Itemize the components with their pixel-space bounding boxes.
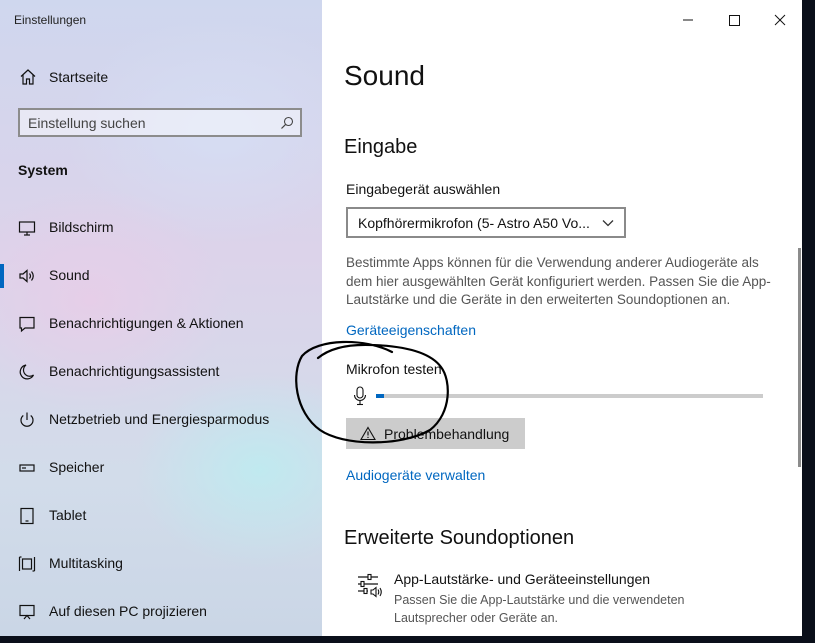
device-properties-link[interactable]: Geräteeigenschaften — [346, 322, 476, 338]
selected-indicator — [0, 264, 4, 288]
sidebar-item-label: Multitasking — [49, 555, 123, 571]
sidebar: Einstellungen Startseite System Bildschi… — [0, 0, 322, 636]
moon-icon — [19, 364, 35, 380]
sidebar-home-label: Startseite — [49, 69, 109, 85]
warning-icon — [360, 426, 376, 441]
sidebar-item-projizieren[interactable]: Auf diesen PC projizieren — [0, 592, 322, 632]
app-volume-description: Passen Sie die App-Lautstärke und die ve… — [394, 593, 685, 625]
mixer-icon — [358, 573, 382, 598]
sidebar-item-label: Benachrichtigungen & Aktionen — [49, 315, 244, 331]
search-input[interactable] — [28, 114, 268, 132]
sidebar-item-speicher[interactable]: Speicher — [0, 448, 322, 488]
manage-audio-devices-link[interactable]: Audiogeräte verwalten — [346, 467, 485, 483]
sidebar-item-label: Tablet — [49, 507, 87, 523]
chevron-down-icon — [602, 220, 614, 227]
sidebar-item-label: Speicher — [49, 459, 105, 475]
maximize-icon[interactable] — [711, 6, 757, 34]
input-device-dropdown[interactable]: Kopfhörermikrofon (5- Astro A50 Vo... — [346, 207, 626, 238]
test-microphone-label: Mikrofon testen — [346, 361, 442, 377]
input-device-value: Kopfhörermikrofon (5- Astro A50 Vo... — [358, 215, 590, 231]
close-icon[interactable] — [757, 6, 802, 34]
sidebar-item-tablet[interactable]: Tablet — [0, 496, 322, 536]
input-device-label: Eingabegerät auswählen — [346, 181, 501, 197]
app-volume-settings-item[interactable]: App-Lautstärke- und Geräteeinstellungen … — [356, 570, 776, 630]
power-icon — [20, 412, 34, 427]
sidebar-item-bildschirm[interactable]: Bildschirm — [0, 208, 322, 248]
input-description: Bestimmte Apps können für die Verwendung… — [346, 255, 771, 307]
tablet-icon — [20, 507, 34, 525]
sidebar-item-multitasking[interactable]: Multitasking — [0, 544, 322, 584]
advanced-sound-options-heading: Erweiterte Soundoptionen — [344, 527, 575, 549]
microphone-level-fill — [376, 394, 384, 398]
search-box[interactable] — [18, 108, 302, 137]
settings-window: Einstellungen Startseite System Bildschi… — [0, 0, 802, 636]
scrollbar[interactable] — [798, 248, 801, 467]
minimize-icon[interactable] — [665, 6, 711, 34]
sidebar-item-netzbetrieb[interactable]: Netzbetrieb und Energiesparmodus — [0, 400, 322, 440]
monitor-icon — [18, 221, 36, 236]
notification-icon — [19, 316, 35, 333]
storage-icon — [19, 464, 35, 472]
troubleshoot-button[interactable]: Problembehandlung — [346, 418, 525, 449]
home-icon — [20, 69, 36, 85]
input-section-heading: Eingabe — [344, 136, 418, 158]
multitasking-icon — [18, 556, 36, 572]
speaker-icon — [19, 269, 34, 283]
window-title: Einstellungen — [14, 13, 87, 27]
sidebar-item-label: Auf diesen PC projizieren — [49, 603, 207, 619]
sidebar-item-label: Bildschirm — [49, 219, 114, 235]
content-pane: Sound Eingabe Eingabegerät auswählen Kop… — [322, 0, 802, 636]
sidebar-home[interactable]: Startseite — [18, 66, 108, 88]
microphone-level-meter — [376, 394, 763, 398]
sidebar-item-label: Sound — [49, 267, 90, 283]
troubleshoot-label: Problembehandlung — [384, 426, 510, 442]
sidebar-item-sound[interactable]: Sound — [0, 256, 322, 296]
project-icon — [19, 604, 35, 620]
sidebar-item-benachrichtigungsassistent[interactable]: Benachrichtigungsassistent — [0, 352, 322, 392]
microphone-icon — [353, 386, 367, 406]
page-title: Sound — [344, 60, 425, 91]
app-volume-title: App-Lautstärke- und Geräteeinstellungen — [394, 571, 651, 587]
microphone-test-row — [346, 384, 766, 408]
sidebar-section-system: System — [18, 162, 68, 178]
search-icon[interactable] — [280, 116, 294, 130]
sidebar-item-label: Benachrichtigungsassistent — [49, 363, 220, 379]
sidebar-item-label: Netzbetrieb und Energiesparmodus — [49, 411, 270, 427]
sidebar-item-benachrichtigungen[interactable]: Benachrichtigungen & Aktionen — [0, 304, 322, 344]
